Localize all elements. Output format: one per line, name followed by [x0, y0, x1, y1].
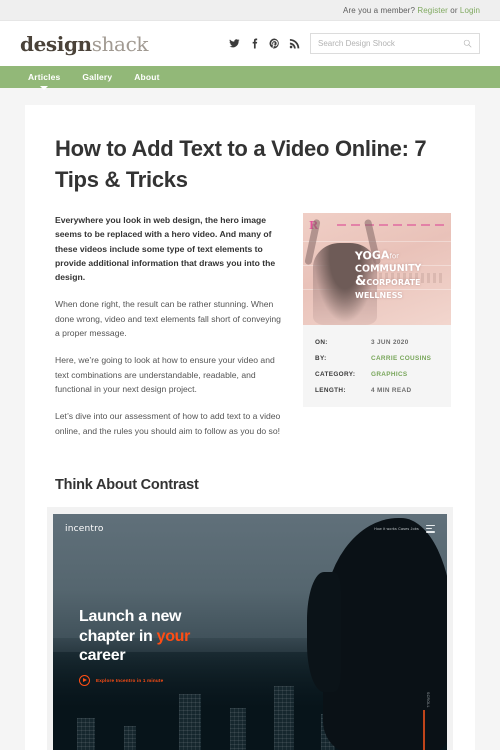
membership-prompt-text: Are you a member?	[343, 5, 416, 15]
search-input[interactable]	[318, 39, 463, 48]
rss-icon-glyph	[289, 38, 300, 49]
hamburger-menu-icon[interactable]	[426, 524, 435, 533]
page-title: How to Add Text to a Video Online: 7 Tip…	[55, 136, 427, 192]
or-separator: or	[450, 5, 458, 15]
meta-label-category: CATEGORY:	[315, 371, 356, 378]
hero-dashed-rule	[337, 224, 445, 226]
meta-label-by: BY:	[315, 355, 327, 362]
utility-bar: Are you a member? Register or Login	[0, 0, 500, 21]
meta-value-category[interactable]: GRAPHICS	[371, 371, 408, 378]
page-root: Are you a member? Register or Login desi…	[0, 0, 500, 750]
article-paragraph-2: Here, we’re going to look at how to ensu…	[55, 355, 275, 394]
play-icon[interactable]	[79, 674, 90, 686]
primary-nav: Articles Gallery About	[0, 66, 500, 88]
video-cta-label: Explore Incentro in 1 minute	[96, 677, 164, 683]
site-logo[interactable]: designshack	[20, 32, 148, 56]
hero-text-line1-small: for	[389, 252, 400, 261]
video-headline-line3: career	[79, 647, 126, 665]
video-headline-highlight: your	[156, 627, 191, 645]
site-logo-word2: shack	[91, 31, 149, 56]
twitter-icon[interactable]	[229, 38, 240, 49]
article-sidebar: R YOGAfor COMMUNITY &CORPORATE WELLNESS	[303, 213, 451, 407]
video-nav-text: How it works Cases Jobs	[374, 526, 419, 531]
masthead: designshack	[0, 21, 500, 66]
nav-item-about[interactable]: About	[134, 72, 159, 82]
meta-row-by: BY: CARRIE COUSINS	[315, 355, 439, 362]
scroll-indicator-line	[423, 709, 425, 750]
nav-item-gallery[interactable]: Gallery	[82, 72, 112, 82]
video-headline: Launch a new chapter in your career	[79, 607, 279, 666]
scroll-indicator-label: SCROLL	[426, 691, 430, 708]
masthead-actions	[229, 33, 480, 54]
meta-label-on: ON:	[315, 339, 328, 346]
site-logo-word1: design	[20, 31, 92, 56]
social-links	[229, 38, 300, 49]
membership-prompt: Are you a member? Register or Login	[343, 6, 480, 15]
meta-value-length: 4 MIN READ	[371, 387, 412, 394]
article-body-grid: Everywhere you look in web design, the h…	[55, 213, 451, 451]
meta-value-by[interactable]: CARRIE COUSINS	[371, 355, 431, 362]
meta-row-category: CATEGORY: GRAPHICS	[315, 371, 439, 378]
hero-text-line2: COMMUNITY	[354, 262, 422, 275]
login-link[interactable]: Login	[460, 6, 480, 15]
nav-item-articles[interactable]: Articles	[28, 72, 60, 82]
hero-text-line4: WELLNESS	[355, 291, 403, 300]
facebook-icon[interactable]	[249, 38, 260, 49]
section-heading: Think About Contrast	[55, 476, 199, 493]
article-paragraph-3: Let’s dive into our assessment of how to…	[55, 411, 281, 436]
rss-icon[interactable]	[289, 38, 300, 49]
article-card: How to Add Text to a Video Online: 7 Tip…	[25, 105, 475, 750]
article-lede: Everywhere you look in web design, the h…	[55, 215, 276, 283]
hero-text-ampersand: &	[355, 274, 367, 289]
pinterest-icon-glyph	[269, 38, 279, 49]
video-brand-logo: incentro	[65, 523, 104, 534]
embedded-video[interactable]: incentro How it works Cases Jobs Launch …	[53, 513, 447, 750]
search-icon[interactable]	[463, 39, 472, 48]
meta-row-length: LENGTH: 4 MIN READ	[315, 387, 439, 394]
article-text-column: Everywhere you look in web design, the h…	[55, 213, 287, 451]
video-headline-line2: chapter in	[79, 627, 157, 645]
video-headline-line1: Launch a new	[79, 608, 182, 626]
meta-value-on: 3 JUN 2020	[371, 339, 409, 346]
video-frame: incentro How it works Cases Jobs Launch …	[47, 506, 453, 750]
meta-label-length: LENGTH:	[315, 387, 346, 394]
register-link[interactable]: Register	[417, 6, 448, 15]
article-meta-box: ON: 3 JUN 2020 BY: CARRIE COUSINS CATEGO…	[303, 325, 451, 407]
video-play-cta[interactable]: Explore Incentro in 1 minute	[79, 674, 164, 686]
article-hero-image: R YOGAfor COMMUNITY &CORPORATE WELLNESS	[303, 213, 451, 325]
pinterest-icon[interactable]	[269, 38, 280, 49]
facebook-icon-glyph	[252, 38, 258, 49]
twitter-icon-glyph	[229, 39, 240, 48]
hero-text-line1: YOGA	[354, 248, 390, 263]
meta-row-on: ON: 3 JUN 2020	[315, 339, 439, 346]
search-box[interactable]	[310, 33, 480, 54]
hero-text-line3: CORPORATE	[366, 278, 421, 287]
hero-overlay-text: YOGAfor COMMUNITY &CORPORATE WELLNESS	[354, 248, 447, 302]
video-silhouette	[307, 517, 447, 750]
article-paragraph-1: When done right, the result can be rathe…	[55, 299, 281, 339]
